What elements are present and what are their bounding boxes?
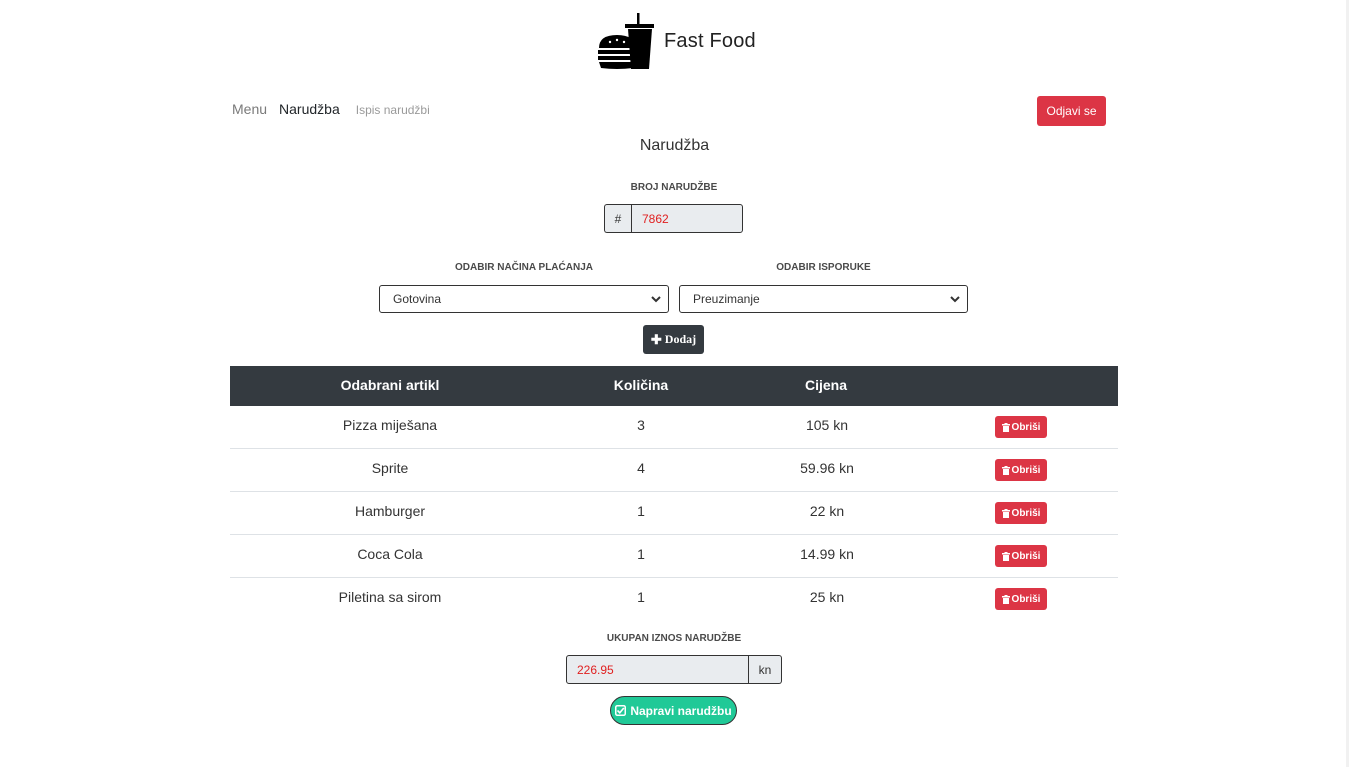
table-row: Coca Cola 1 14.99 kn Obriši bbox=[230, 535, 1118, 578]
order-number-prefix: # bbox=[604, 204, 631, 233]
row-price: 59.96 kn bbox=[800, 460, 854, 476]
table-row: Sprite 4 59.96 kn Obriši bbox=[230, 449, 1118, 492]
trash-icon bbox=[1001, 465, 1010, 475]
column-header-price: Cijena bbox=[804, 377, 847, 393]
delete-label: Obriši bbox=[1011, 550, 1041, 562]
row-qty: 3 bbox=[637, 417, 645, 433]
table-row: Pizza miješana 3 105 kn Obriši bbox=[230, 406, 1118, 449]
total-label: UKUPAN IZNOS NARUDŽBE bbox=[606, 633, 742, 644]
chevron-down-icon bbox=[651, 296, 661, 303]
submit-order-label: Napravi narudžbu bbox=[630, 703, 732, 718]
row-price: 105 kn bbox=[805, 417, 849, 433]
order-number-label: BROJ NARUDŽBE bbox=[630, 182, 718, 193]
delete-button[interactable]: Obriši bbox=[995, 545, 1047, 567]
brand: Fast Food bbox=[596, 12, 756, 70]
page-title: Narudžba bbox=[639, 137, 710, 154]
delivery-select[interactable]: Preuzimanje bbox=[679, 285, 968, 313]
row-price: 25 kn bbox=[809, 589, 845, 605]
burger-drink-icon bbox=[598, 13, 654, 69]
delete-label: Obriši bbox=[1011, 507, 1041, 519]
nav-order-list[interactable]: Ispis narudžbi bbox=[356, 103, 430, 117]
trash-icon bbox=[1001, 508, 1010, 518]
brand-title: Fast Food bbox=[664, 29, 756, 52]
order-number-group: # 7862 bbox=[604, 204, 743, 233]
column-header-qty: Količina bbox=[613, 377, 669, 393]
row-item: Coca Cola bbox=[357, 546, 423, 562]
total-group: 226.95 kn bbox=[566, 655, 782, 684]
order-items-table: Pizza miješana 3 105 kn Obriši Sprite 4 … bbox=[230, 406, 1118, 620]
trash-icon bbox=[1001, 422, 1010, 432]
chevron-down-icon bbox=[950, 296, 960, 303]
row-qty: 4 bbox=[637, 460, 645, 476]
row-price: 14.99 kn bbox=[800, 546, 854, 562]
delivery-selected: Preuzimanje bbox=[693, 292, 760, 306]
delete-button[interactable]: Obriši bbox=[995, 588, 1047, 610]
delete-label: Obriši bbox=[1011, 464, 1041, 476]
nav-menu[interactable]: Menu bbox=[232, 101, 267, 117]
add-item-button[interactable]: ✚ Dodaj bbox=[643, 325, 704, 354]
row-item: Hamburger bbox=[354, 503, 426, 519]
check-square-icon bbox=[615, 705, 627, 716]
logout-button[interactable]: Odjavi se bbox=[1037, 96, 1106, 126]
payment-select[interactable]: Gotovina bbox=[379, 285, 669, 313]
trash-icon bbox=[1001, 551, 1010, 561]
row-qty: 1 bbox=[637, 546, 645, 562]
nav-order[interactable]: Narudžba bbox=[279, 101, 340, 117]
row-qty: 1 bbox=[637, 503, 645, 519]
row-item: Piletina sa sirom bbox=[338, 589, 442, 605]
delete-button[interactable]: Obriši bbox=[995, 502, 1047, 524]
payment-label: ODABIR NAČINA PLAĆANJA bbox=[455, 262, 593, 273]
delete-label: Obriši bbox=[1011, 421, 1041, 433]
row-price: 22 kn bbox=[809, 503, 845, 519]
plus-icon: ✚ bbox=[650, 331, 662, 347]
delete-label: Obriši bbox=[1011, 593, 1041, 605]
total-field[interactable]: 226.95 bbox=[566, 655, 749, 684]
payment-selected: Gotovina bbox=[393, 292, 442, 306]
table-header: Odabrani artikl Količina Cijena bbox=[230, 366, 1118, 406]
delete-button[interactable]: Obriši bbox=[995, 416, 1047, 438]
total-unit: kn bbox=[749, 655, 782, 684]
row-item: Sprite bbox=[371, 460, 409, 476]
table-row: Hamburger 1 22 kn Obriši bbox=[230, 492, 1118, 535]
add-item-label: Dodaj bbox=[664, 332, 697, 346]
main-nav: Menu Narudžba Ispis narudžbi bbox=[232, 101, 442, 117]
row-qty: 1 bbox=[637, 589, 645, 605]
submit-order-button[interactable]: Napravi narudžbu bbox=[610, 696, 737, 725]
order-number-field[interactable]: 7862 bbox=[631, 204, 743, 233]
row-item: Pizza miješana bbox=[342, 417, 438, 433]
trash-icon bbox=[1001, 594, 1010, 604]
delete-button[interactable]: Obriši bbox=[995, 459, 1047, 481]
column-header-item: Odabrani artikl bbox=[340, 377, 440, 393]
table-row: Piletina sa sirom 1 25 kn Obriši bbox=[230, 578, 1118, 620]
delivery-label: ODABIR ISPORUKE bbox=[776, 262, 871, 273]
